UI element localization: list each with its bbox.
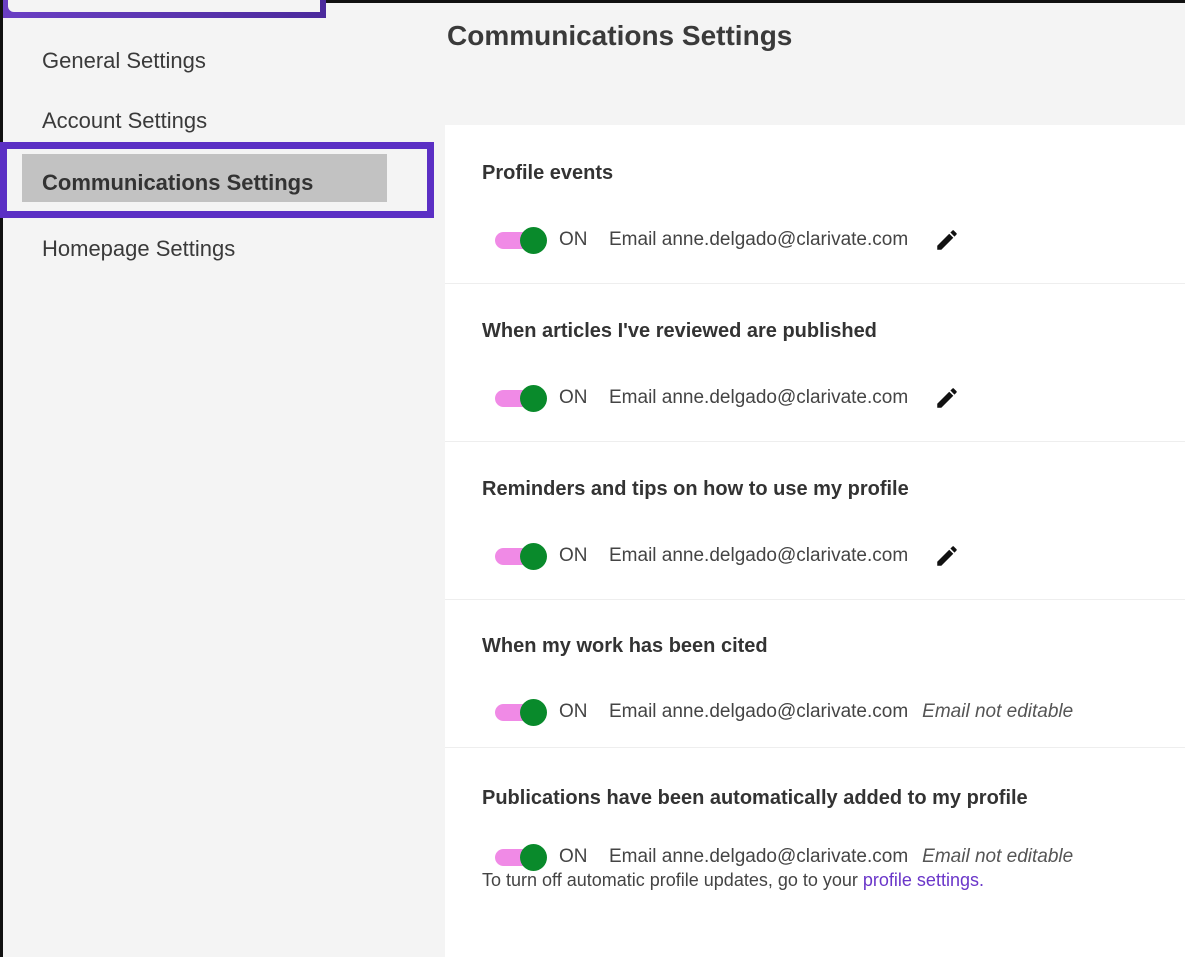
email-not-editable-note: Email not editable	[922, 846, 1074, 867]
setting-row: ON Email anne.delgado@clarivate.com	[495, 541, 960, 571]
notification-toggle[interactable]	[495, 383, 549, 413]
section-title: Reminders and tips on how to use my prof…	[482, 478, 909, 500]
section-title: Profile events	[482, 162, 614, 184]
section-title: Publications have been automatically add…	[482, 787, 1028, 809]
profile-settings-link[interactable]: profile settings.	[863, 870, 984, 890]
section-title: When articles I've reviewed are publishe…	[482, 320, 877, 342]
settings-sidebar: General Settings Account Settings Commun…	[0, 18, 443, 957]
setting-row: ON Email anne.delgado@clarivate.com Emai…	[495, 842, 1073, 872]
auto-update-footnote: To turn off automatic profile updates, g…	[482, 870, 984, 891]
toggle-state-label: ON	[559, 545, 588, 566]
page-title: Communications Settings	[447, 20, 793, 51]
notification-toggle[interactable]	[495, 541, 549, 571]
section-title: When my work has been cited	[482, 635, 768, 657]
toggle-state-label: ON	[559, 846, 588, 867]
pencil-icon[interactable]	[934, 227, 960, 253]
setting-row: ON Email anne.delgado@clarivate.com	[495, 225, 960, 255]
pencil-icon[interactable]	[934, 543, 960, 569]
email-address: Email anne.delgado@clarivate.com	[609, 545, 909, 566]
setting-section: Reminders and tips on how to use my prof…	[445, 441, 1185, 600]
notification-toggle[interactable]	[495, 697, 549, 727]
email-address: Email anne.delgado@clarivate.com	[609, 229, 909, 250]
notification-toggle[interactable]	[495, 842, 549, 872]
footnote-text: To turn off automatic profile updates, g…	[482, 870, 863, 890]
setting-section: When articles I've reviewed are publishe…	[445, 283, 1185, 442]
setting-row: ON Email anne.delgado@clarivate.com Emai…	[495, 697, 1073, 727]
window-border-top	[326, 0, 1185, 3]
sidebar-item-account-settings[interactable]: Account Settings	[42, 108, 207, 134]
setting-section: Publications have been automatically add…	[445, 747, 1185, 957]
setting-row: ON Email anne.delgado@clarivate.com	[495, 383, 960, 413]
selection-highlight-box	[0, 142, 434, 218]
toggle-state-label: ON	[559, 229, 588, 250]
email-address: Email anne.delgado@clarivate.com	[609, 846, 909, 867]
setting-section: Profile events ON Email anne.delgado@cla…	[445, 125, 1185, 284]
email-not-editable-note: Email not editable	[922, 701, 1074, 722]
sidebar-item-general-settings[interactable]: General Settings	[42, 48, 206, 74]
notification-toggle[interactable]	[495, 225, 549, 255]
sidebar-item-homepage-settings[interactable]: Homepage Settings	[42, 236, 235, 262]
toggle-state-label: ON	[559, 387, 588, 408]
email-address: Email anne.delgado@clarivate.com	[609, 701, 909, 722]
window-corner-tab	[0, 0, 326, 18]
communications-panel: Profile events ON Email anne.delgado@cla…	[445, 125, 1185, 957]
setting-section: When my work has been cited ON Email ann…	[445, 599, 1185, 748]
email-address: Email anne.delgado@clarivate.com	[609, 387, 909, 408]
pencil-icon[interactable]	[934, 385, 960, 411]
toggle-state-label: ON	[559, 701, 588, 722]
